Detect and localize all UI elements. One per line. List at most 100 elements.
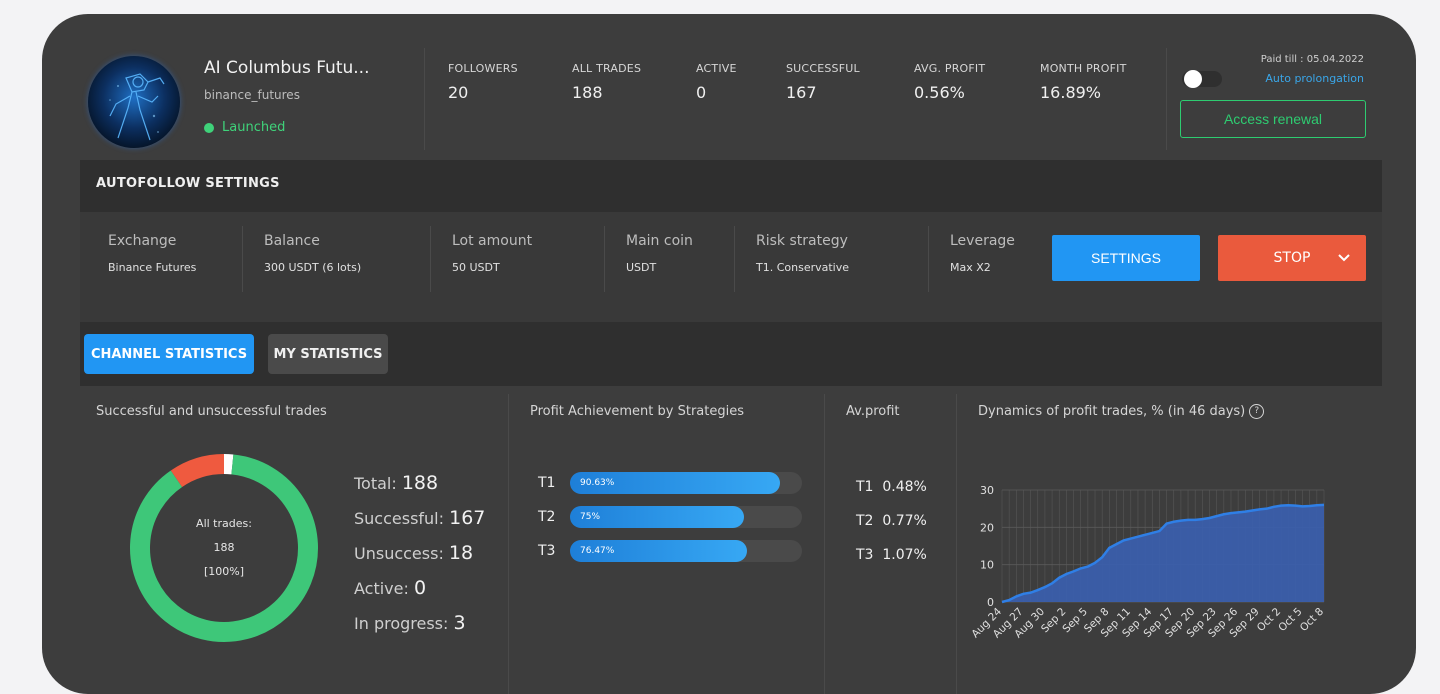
legend-label: Unsuccess: <box>354 544 449 563</box>
bot-exchange: binance_futures <box>204 88 300 102</box>
stat-label: ALL TRADES <box>572 62 641 75</box>
avprofit-panel-title: Av.profit <box>846 404 900 419</box>
paid-till: Paid till : 05.04.2022 <box>1261 54 1364 65</box>
status-badge: Launched <box>204 120 285 135</box>
stat-label: FOLLOWERS <box>448 62 518 75</box>
y-tick-label: 30 <box>980 484 994 497</box>
avprofit-name: T1 <box>856 479 873 495</box>
stat-month-profit: MONTH PROFIT 16.89% <box>1040 62 1127 102</box>
avprofit-row: T1 0.48% <box>856 470 927 504</box>
stat-value: 0.56% <box>914 83 985 102</box>
donut-slice-unsuccessful <box>176 464 224 479</box>
toggle-knob[interactable] <box>1184 70 1202 88</box>
field-value: Max X2 <box>950 261 1015 274</box>
field-label: Lot amount <box>452 233 532 249</box>
field-exchange: Exchange Binance Futures <box>108 233 196 274</box>
donut-center-line: All trades: <box>174 512 274 536</box>
avprofit-name: T3 <box>856 547 873 563</box>
x-tick-label: Oct 2 <box>1255 606 1283 634</box>
field-value: 50 USDT <box>452 261 532 274</box>
stat-value: 20 <box>448 83 518 102</box>
donut-center-line: 188 <box>174 536 274 560</box>
strategy-name: T3 <box>538 543 556 559</box>
stop-button[interactable]: STOP <box>1218 235 1366 281</box>
status-label: Launched <box>222 120 285 135</box>
x-tick-label: Oct 5 <box>1276 606 1304 634</box>
status-dot-icon <box>204 123 214 133</box>
bot-avatar <box>88 56 180 148</box>
field-label: Exchange <box>108 233 196 249</box>
avprofit-name: T2 <box>856 513 873 529</box>
strategies-panel-title: Profit Achievement by Strategies <box>530 404 744 419</box>
donut-center-label: All trades: 188 [100%] <box>174 512 274 584</box>
robot-avatar-icon <box>88 56 180 148</box>
legend-value: 188 <box>402 472 438 494</box>
auto-prolongation-link[interactable]: Auto prolongation <box>1265 72 1364 85</box>
strategy-progress-track: 76.47% <box>570 540 802 562</box>
legend-value: 0 <box>414 577 426 599</box>
stat-value: 16.89% <box>1040 83 1127 102</box>
strategy-progress-fill: 90.63% <box>570 472 780 494</box>
autofollow-title: AUTOFOLLOW SETTINGS <box>96 176 280 191</box>
divider <box>424 48 425 150</box>
bot-card: AI Columbus Futu... binance_futures Laun… <box>42 14 1416 694</box>
divider <box>956 394 957 694</box>
field-leverage: Leverage Max X2 <box>950 233 1015 274</box>
field-value: Binance Futures <box>108 261 196 274</box>
legend-value: 3 <box>454 612 466 634</box>
stat-label: AVG. PROFIT <box>914 62 985 75</box>
strategy-progress-track: 90.63% <box>570 472 802 494</box>
field-label: Leverage <box>950 233 1015 249</box>
divider <box>604 226 605 292</box>
strategy-name: T1 <box>538 475 556 491</box>
field-balance: Balance 300 USDT (6 lots) <box>264 233 361 274</box>
profit-dynamics-chart: 0102030Aug 24Aug 27Aug 30Sep 2Sep 5Sep 8… <box>972 454 1362 684</box>
tab-my-statistics[interactable]: MY STATISTICS <box>268 334 388 374</box>
stat-followers: FOLLOWERS 20 <box>448 62 518 102</box>
bot-name[interactable]: AI Columbus Futu... <box>204 58 369 78</box>
dynamics-panel-title: Dynamics of profit trades, % (in 46 days… <box>978 404 1264 419</box>
divider <box>824 394 825 694</box>
legend-label: In progress: <box>354 614 454 633</box>
stat-label: MONTH PROFIT <box>1040 62 1127 75</box>
avprofit-row: T2 0.77% <box>856 504 927 538</box>
strategy-rows: T1 90.63% T2 75% T3 76.47% <box>538 466 802 568</box>
avprofit-value: 1.07% <box>882 547 926 563</box>
legend-label: Active: <box>354 579 414 598</box>
stat-label: ACTIVE <box>696 62 737 75</box>
avprofit-value: 0.77% <box>882 513 926 529</box>
divider <box>1166 48 1167 150</box>
strategy-progress-fill: 76.47% <box>570 540 747 562</box>
tab-channel-statistics[interactable]: CHANNEL STATISTICS <box>84 334 254 374</box>
stat-value: 167 <box>786 83 860 102</box>
field-main-coin: Main coin USDT <box>626 233 693 274</box>
divider <box>734 226 735 292</box>
field-value: T1. Conservative <box>756 261 849 274</box>
field-value: 300 USDT (6 lots) <box>264 261 361 274</box>
stop-label: STOP <box>1274 250 1311 266</box>
legend-label: Successful: <box>354 509 449 528</box>
stat-label: SUCCESSFUL <box>786 62 860 75</box>
trades-panel-title: Successful and unsuccessful trades <box>96 404 327 419</box>
legend-unsuccess: Unsuccess: 18 <box>354 536 485 571</box>
chevron-down-icon[interactable] <box>1336 250 1352 266</box>
settings-button[interactable]: SETTINGS <box>1052 235 1200 281</box>
field-label: Risk strategy <box>756 233 849 249</box>
field-label: Main coin <box>626 233 693 249</box>
strategy-row: T1 90.63% <box>538 466 802 500</box>
access-renewal-button[interactable]: Access renewal <box>1180 100 1366 138</box>
stat-all-trades: ALL TRADES 188 <box>572 62 641 102</box>
divider <box>928 226 929 292</box>
stat-successful: SUCCESSFUL 167 <box>786 62 860 102</box>
divider <box>508 394 509 694</box>
strategy-progress-fill: 75% <box>570 506 744 528</box>
field-value: USDT <box>626 261 693 274</box>
field-lot-amount: Lot amount 50 USDT <box>452 233 532 274</box>
field-label: Balance <box>264 233 361 249</box>
stat-avg-profit: AVG. PROFIT 0.56% <box>914 62 985 102</box>
dynamics-title-text: Dynamics of profit trades, % (in 46 days… <box>978 404 1245 419</box>
legend-label: Total: <box>354 474 402 493</box>
area-fill <box>1002 505 1324 602</box>
y-tick-label: 20 <box>980 521 994 534</box>
help-icon[interactable]: ? <box>1249 404 1264 419</box>
